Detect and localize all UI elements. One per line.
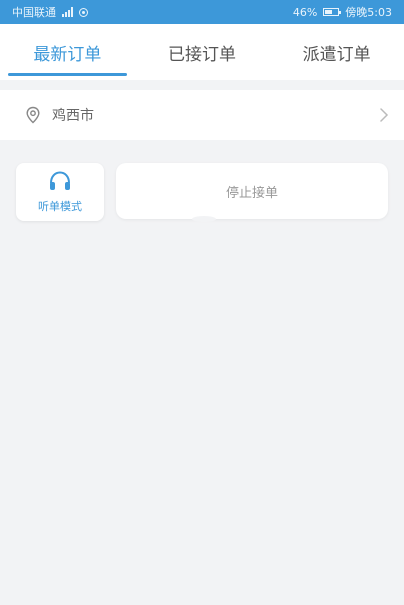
signal-icon: [62, 7, 73, 17]
listen-mode-label: 听单模式: [38, 200, 82, 213]
status-time: 傍晚5:03: [345, 6, 392, 19]
tab-latest-orders[interactable]: 最新订单: [0, 24, 135, 80]
headphone-icon: [50, 171, 70, 190]
city-selector[interactable]: 鸡西市: [0, 90, 404, 140]
status-right: 46% 傍晚5:03: [293, 4, 392, 20]
status-left: 中国联通: [12, 4, 88, 20]
battery-icon: [323, 8, 342, 16]
city-name: 鸡西市: [52, 108, 94, 124]
wifi-icon: [79, 7, 88, 17]
listen-mode-button[interactable]: 听单模式: [16, 163, 104, 221]
carrier-name: 中国联通: [12, 6, 56, 19]
order-tabs: 最新订单 已接订单 派遣订单: [0, 24, 404, 80]
battery-percent: 46%: [292, 5, 318, 19]
chevron-right-icon: [380, 108, 389, 122]
tab-dispatched-orders[interactable]: 派遣订单: [269, 24, 404, 80]
tab-accepted-orders[interactable]: 已接订单: [135, 24, 270, 80]
status-bar: 中国联通 46% 傍晚5:03: [0, 0, 404, 24]
order-controls: 听单模式 停止接单: [0, 163, 404, 222]
location-pin-icon: [26, 106, 40, 124]
stop-orders-button[interactable]: 停止接单: [116, 163, 388, 222]
